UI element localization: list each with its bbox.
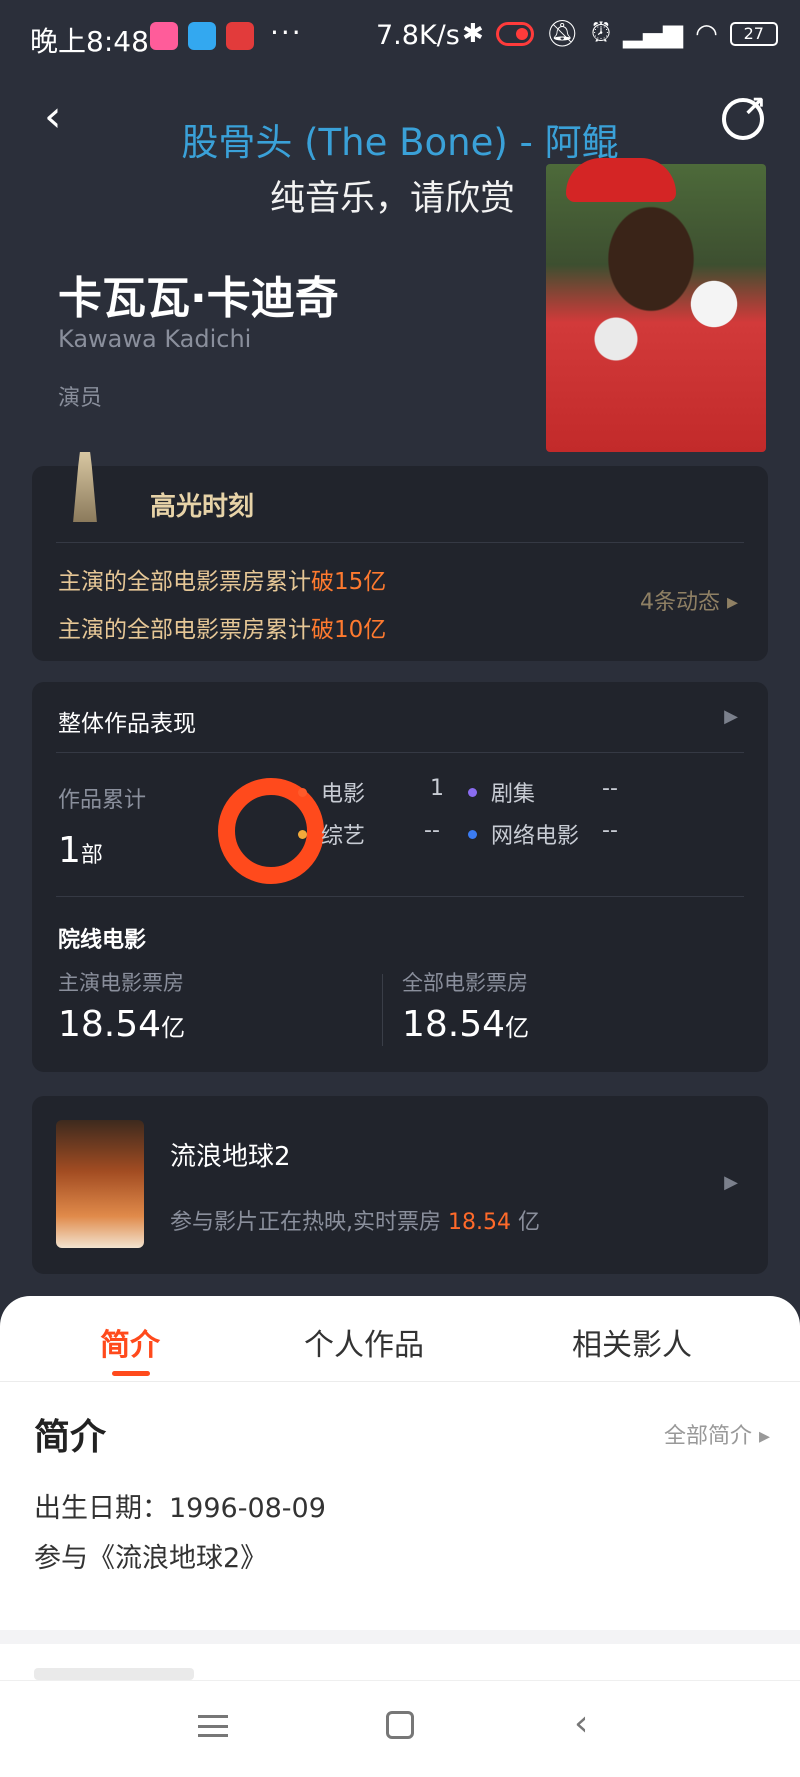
participated-works: 参与《流浪地球2》: [34, 1543, 268, 1574]
status-bar: 晚上8:48 ··· 7.8K/s ✱ 🔕︎ ⏰︎ ▂▄▆ ◠ 27: [0, 0, 800, 72]
more-notifications-icon: ···: [270, 16, 303, 49]
all-box-office-label: 全部电影票房: [402, 971, 528, 995]
chevron-right-icon[interactable]: ▶: [724, 1172, 738, 1193]
nav-back-icon[interactable]: ‹: [574, 1703, 588, 1744]
mute-bell-icon: 🔕︎: [545, 18, 579, 49]
signal-icon: ▂▄▆: [623, 18, 684, 49]
system-nav-bar: ‹: [0, 1680, 800, 1777]
app-icon: [150, 22, 178, 50]
photo-cap-shape: [566, 158, 676, 202]
tab-works[interactable]: 个人作品: [304, 1320, 424, 1364]
lighthouse-icon: [73, 452, 97, 522]
person-photo[interactable]: [546, 158, 766, 452]
cinema-title: 院线电影: [58, 928, 147, 953]
record-toggle-icon: [495, 21, 534, 46]
legend-value: --: [602, 818, 618, 843]
person-name-cn: 卡瓦瓦·卡迪奇: [58, 273, 339, 324]
divider: [56, 752, 744, 753]
highlight-more-link[interactable]: 4条动态 ▸: [640, 584, 738, 616]
highlight-item: 主演的全部电影票房累计破10亿: [58, 610, 386, 644]
lead-box-office-number: 18.54: [58, 1004, 162, 1045]
alarm-icon: ⏰︎: [590, 18, 612, 48]
highlight-item: 主演的全部电影票房累计破15亿: [58, 562, 386, 596]
movie-title: 流浪地球2: [170, 1142, 291, 1172]
status-time: 晚上8:48: [30, 25, 149, 58]
community-app-icon: [226, 22, 254, 50]
movie-box-office: 18.54: [448, 1210, 511, 1235]
tab-bar: 简介 个人作品 相关影人: [0, 1296, 800, 1382]
cloud-app-icon: [188, 22, 216, 50]
now-playing-title[interactable]: 股骨头 (The Bone) - 阿鲲: [0, 112, 800, 166]
share-icon[interactable]: [722, 90, 766, 140]
highlight-text: 主演的全部电影票房累计: [58, 569, 311, 595]
bluetooth-icon: ✱: [462, 18, 484, 49]
legend-dot: [298, 829, 307, 839]
status-app-icons: [150, 22, 254, 50]
legend-item-web-movie: 网络电影: [468, 818, 579, 850]
person-name-en: Kawawa Kadichi: [58, 325, 252, 353]
legend-value: 1: [430, 776, 444, 801]
birth-date: 出生日期：1996-08-09: [34, 1493, 326, 1524]
network-speed: 7.8K/s: [376, 20, 460, 51]
section-gap: [0, 1630, 800, 1644]
highlight-value: 破10亿: [311, 617, 387, 643]
intro-all-link[interactable]: 全部简介 ▸: [664, 1418, 770, 1450]
home-icon[interactable]: [386, 1711, 414, 1739]
tab-intro[interactable]: 简介: [100, 1320, 160, 1364]
all-box-office-number: 18.54: [402, 1004, 506, 1045]
legend-value: --: [424, 818, 440, 843]
all-box-office-unit: 亿: [505, 1014, 530, 1042]
highlight-title: 高光时刻: [150, 492, 255, 522]
legend-item-series: 剧集: [468, 776, 535, 808]
legend-item-movie: 电影: [298, 776, 365, 808]
movie-box-office-unit: 亿: [517, 1210, 540, 1235]
highlight-value: 破15亿: [311, 569, 387, 595]
legend-label: 综艺: [321, 824, 366, 849]
menu-icon[interactable]: [198, 1715, 228, 1737]
divider: [56, 896, 744, 897]
chevron-right-icon[interactable]: ▶: [724, 706, 738, 727]
movie-subtitle-text: 参与影片正在热映,实时票房: [170, 1210, 441, 1235]
tab-related-people[interactable]: 相关影人: [572, 1320, 692, 1364]
movie-poster[interactable]: [56, 1120, 144, 1248]
active-tab-indicator: [112, 1371, 150, 1376]
person-role: 演员: [58, 386, 103, 411]
overall-title[interactable]: 整体作品表现: [58, 704, 196, 738]
legend-dot: [468, 787, 477, 797]
wifi-icon: ◠: [695, 18, 718, 49]
works-label: 作品累计: [58, 788, 147, 813]
intro-heading: 简介: [34, 1417, 107, 1458]
all-box-office-value: 18.54亿: [402, 1004, 529, 1045]
status-icons: ✱ 🔕︎ ⏰︎ ▂▄▆ ◠ 27: [462, 18, 778, 49]
works-value: 1部: [58, 830, 103, 871]
legend-dot: [298, 787, 307, 797]
battery-icon: 27: [729, 21, 778, 46]
legend-label: 网络电影: [491, 824, 580, 849]
divider: [56, 542, 744, 543]
legend-value: --: [602, 776, 618, 801]
lead-box-office-unit: 亿: [161, 1014, 186, 1042]
works-count: 1: [58, 830, 81, 871]
vertical-divider: [382, 974, 383, 1046]
lyric-line: 纯音乐，请欣赏: [270, 179, 516, 219]
works-unit: 部: [80, 843, 103, 868]
movie-subtitle: 参与影片正在热映,实时票房 18.54 亿: [170, 1204, 540, 1236]
highlight-text: 主演的全部电影票房累计: [58, 617, 311, 643]
legend-dot: [468, 829, 477, 839]
legend-label: 剧集: [491, 782, 536, 807]
lead-box-office-label: 主演电影票房: [58, 971, 184, 995]
movie-card[interactable]: 流浪地球2 参与影片正在热映,实时票房 18.54 亿 ▶: [32, 1096, 768, 1274]
legend-label: 电影: [321, 782, 366, 807]
legend-item-variety: 综艺: [298, 818, 365, 850]
next-section-peek: [34, 1668, 194, 1680]
overall-performance-card: 整体作品表现 ▶ 作品累计 1部 电影 1 剧集 -- 综艺 -- 网络电影 -…: [32, 682, 768, 1072]
highlight-card[interactable]: 高光时刻 主演的全部电影票房累计破15亿 主演的全部电影票房累计破10亿 4条动…: [32, 452, 768, 661]
lead-box-office-value: 18.54亿: [58, 1004, 185, 1045]
